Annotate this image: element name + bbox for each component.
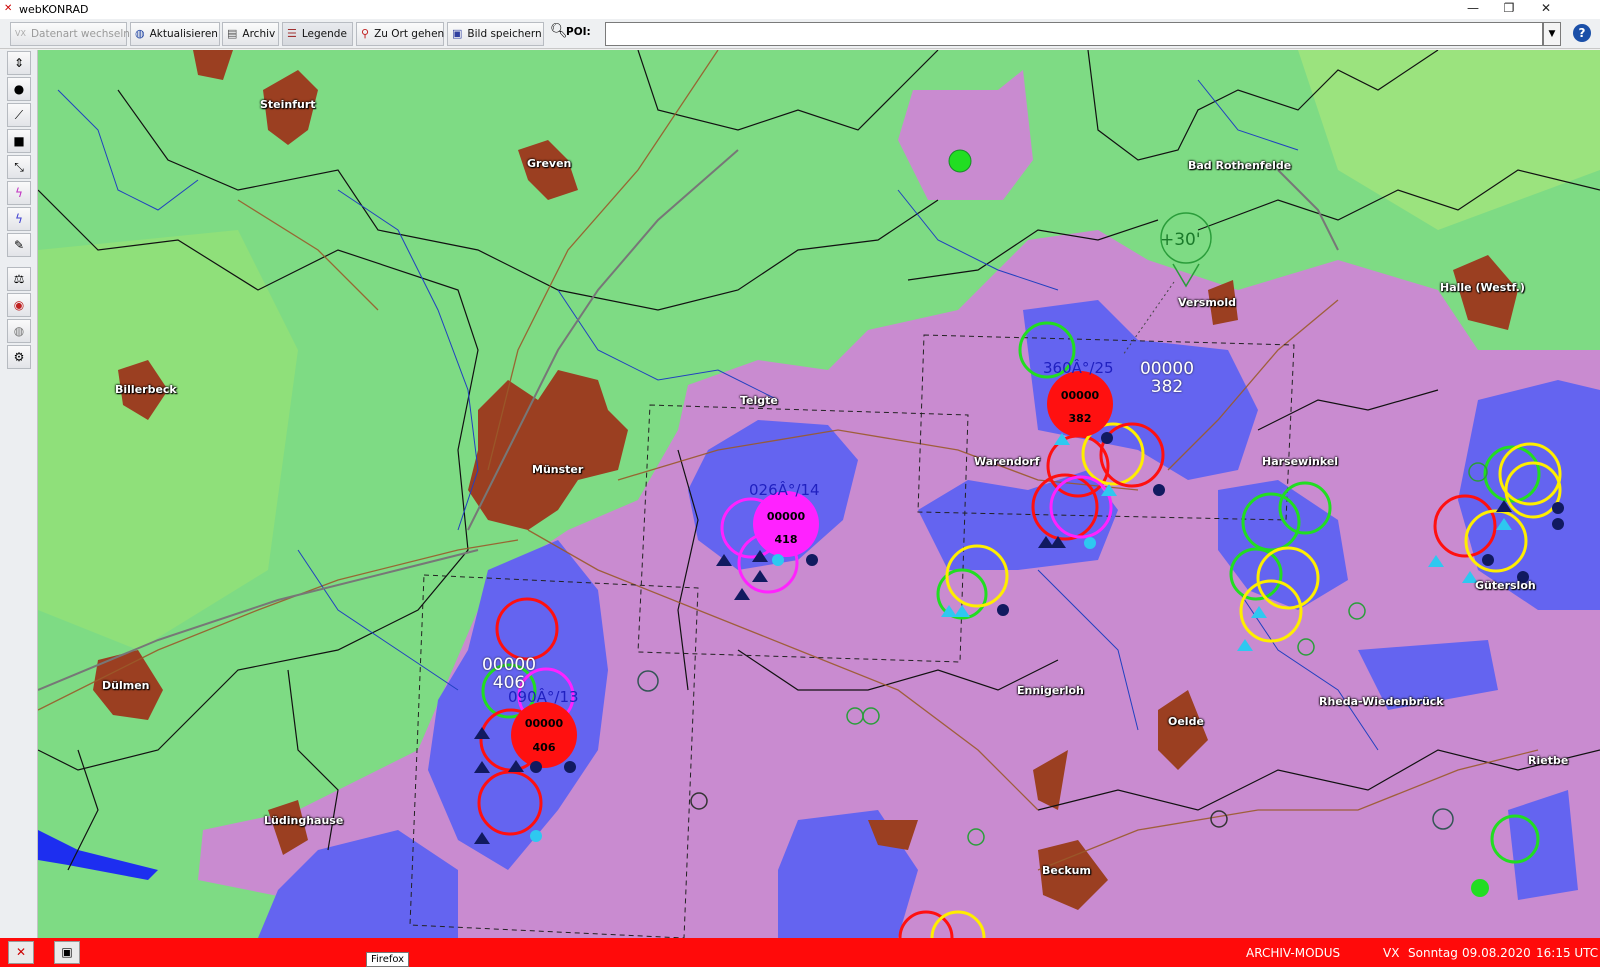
save-icon[interactable]: ▣ <box>54 941 80 964</box>
cell-value: 418 <box>774 533 798 546</box>
settings-icon[interactable]: ⚙ <box>7 345 31 369</box>
place-label: Greven <box>527 157 572 170</box>
archive-icon: ▤ <box>227 27 238 40</box>
cell-disc-south <box>511 702 577 768</box>
place-label: Billerbeck <box>115 383 177 396</box>
line-tool-icon[interactable]: ⟋ <box>7 103 31 127</box>
cell-code: 00000 <box>524 717 564 730</box>
place-label: Rietbe <box>1528 754 1569 767</box>
cell-value: 406 <box>532 741 556 754</box>
place-label: Lüdinghause <box>264 814 344 827</box>
cell-vector: 026Â°/14 <box>749 481 820 499</box>
aktualisieren-button[interactable]: ◍ Aktualisieren <box>130 22 220 46</box>
datenart-wechseln-button[interactable]: VX Datenart wechseln <box>10 22 130 46</box>
weekday: Sonntag <box>1408 946 1458 960</box>
select-point-icon[interactable]: ● <box>7 77 31 101</box>
app-icon: ✕ <box>4 3 13 14</box>
poi-dropdown-button[interactable]: ▼ <box>1543 22 1561 46</box>
cell-id-code: 00000 <box>1139 359 1195 379</box>
cell-id-value: 406 <box>492 673 526 693</box>
cell-id-value: 382 <box>1150 377 1184 397</box>
cell-code: 00000 <box>766 510 806 523</box>
place-label: Oelde <box>1168 715 1204 728</box>
place-label: Telgte <box>740 394 778 407</box>
place-label: Dülmen <box>102 679 150 692</box>
data-type: VX <box>1383 946 1400 960</box>
forecast-label: +30' <box>1160 230 1201 250</box>
cell-tool-icon[interactable]: ■ <box>7 129 31 153</box>
precip-area-heavy <box>1508 790 1578 900</box>
point-marker <box>1471 879 1489 897</box>
window-title: webKONRAD <box>19 3 89 16</box>
radar-icon[interactable]: ◉ <box>7 293 31 317</box>
brush-icon[interactable]: ✎ <box>7 233 31 257</box>
point-marker <box>948 149 972 173</box>
terrain-zone <box>1298 50 1600 230</box>
water-body <box>38 830 158 880</box>
date: 09.08.2020 <box>1462 946 1531 960</box>
precip-area-light <box>898 70 1033 200</box>
legend-icon: ☰ <box>287 27 297 40</box>
zoom-extent-icon[interactable]: ⇕ <box>7 51 31 75</box>
radar-map[interactable]: Steinfurt Greven Bad Rothenfelde Versmol… <box>38 50 1600 938</box>
restore-button[interactable]: ❐ <box>1491 0 1527 19</box>
globe-icon[interactable]: ◍ <box>7 319 31 343</box>
city-area <box>193 50 233 80</box>
city-area <box>518 140 578 200</box>
place-label: Beckum <box>1042 864 1091 877</box>
terrain-zone <box>38 230 298 650</box>
minimize-button[interactable]: — <box>1455 0 1491 19</box>
cell-id-code: 00000 <box>481 655 537 675</box>
archiv-button[interactable]: ▤ Archiv <box>222 22 279 46</box>
tool-sidebar: ⇕ ● ⟋ ■ ⤡ ϟ ϟ ✎ ⚖ ◉ ◍ ⚙ <box>0 50 38 938</box>
cell-vector: 360Â°/25 <box>1043 359 1114 377</box>
legende-button[interactable]: ☰ Legende <box>282 22 353 46</box>
poi-label: POI: <box>566 26 591 38</box>
time: 16:15 UTC <box>1536 946 1599 960</box>
vx-rx-icon: VX <box>15 29 26 38</box>
place-label: Gütersloh <box>1475 579 1536 592</box>
place-label: Versmold <box>1178 296 1237 309</box>
place-label: Münster <box>532 463 584 476</box>
chevron-down-icon: ▼ <box>1548 29 1556 39</box>
bild-speichern-button[interactable]: ▣ Bild speichern <box>447 22 544 46</box>
help-button[interactable]: ? <box>1573 24 1591 42</box>
save-image-icon: ▣ <box>452 27 463 40</box>
track-tool-icon[interactable]: ⤡ <box>7 155 31 179</box>
place-label: Steinfurt <box>260 98 316 111</box>
close-button[interactable]: ✕ <box>1528 0 1564 19</box>
measure-icon[interactable]: ⚖ <box>7 267 31 291</box>
mode-indicator: ARCHIV-MODUS <box>1246 946 1341 960</box>
lightning-pink-icon[interactable]: ϟ <box>7 181 31 205</box>
status-bar: ✕ ▣ ARCHIV-MODUS VX Sonntag 09.08.2020 1… <box>0 938 1600 967</box>
place-label: Ennigerloh <box>1017 684 1084 697</box>
place-label: Warendorf <box>974 455 1040 468</box>
lightning-blue-icon[interactable]: ϟ <box>7 207 31 231</box>
zu-ort-gehen-button[interactable]: ⚲ Zu Ort gehen <box>356 22 444 46</box>
place-label: Harsewinkel <box>1262 455 1339 468</box>
poi-input[interactable] <box>605 22 1543 46</box>
pin-icon: ⚲ <box>361 27 370 40</box>
cell-disc-warendorf <box>1047 371 1113 437</box>
place-label: Bad Rothenfelde <box>1188 159 1292 172</box>
title-bar: ✕ webKONRAD — ❐ ✕ <box>0 0 1600 19</box>
place-label: Halle (Westf.) <box>1440 281 1525 294</box>
cell-value: 382 <box>1068 412 1092 425</box>
place-label: Rheda-Wiedenbrück <box>1319 695 1444 708</box>
refresh-icon: ◍ <box>135 27 145 40</box>
cell-code: 00000 <box>1060 389 1100 402</box>
city-area-muenster <box>468 370 628 530</box>
taskbar-tooltip: Firefox <box>366 952 410 967</box>
exit-icon[interactable]: ✕ <box>8 941 34 964</box>
